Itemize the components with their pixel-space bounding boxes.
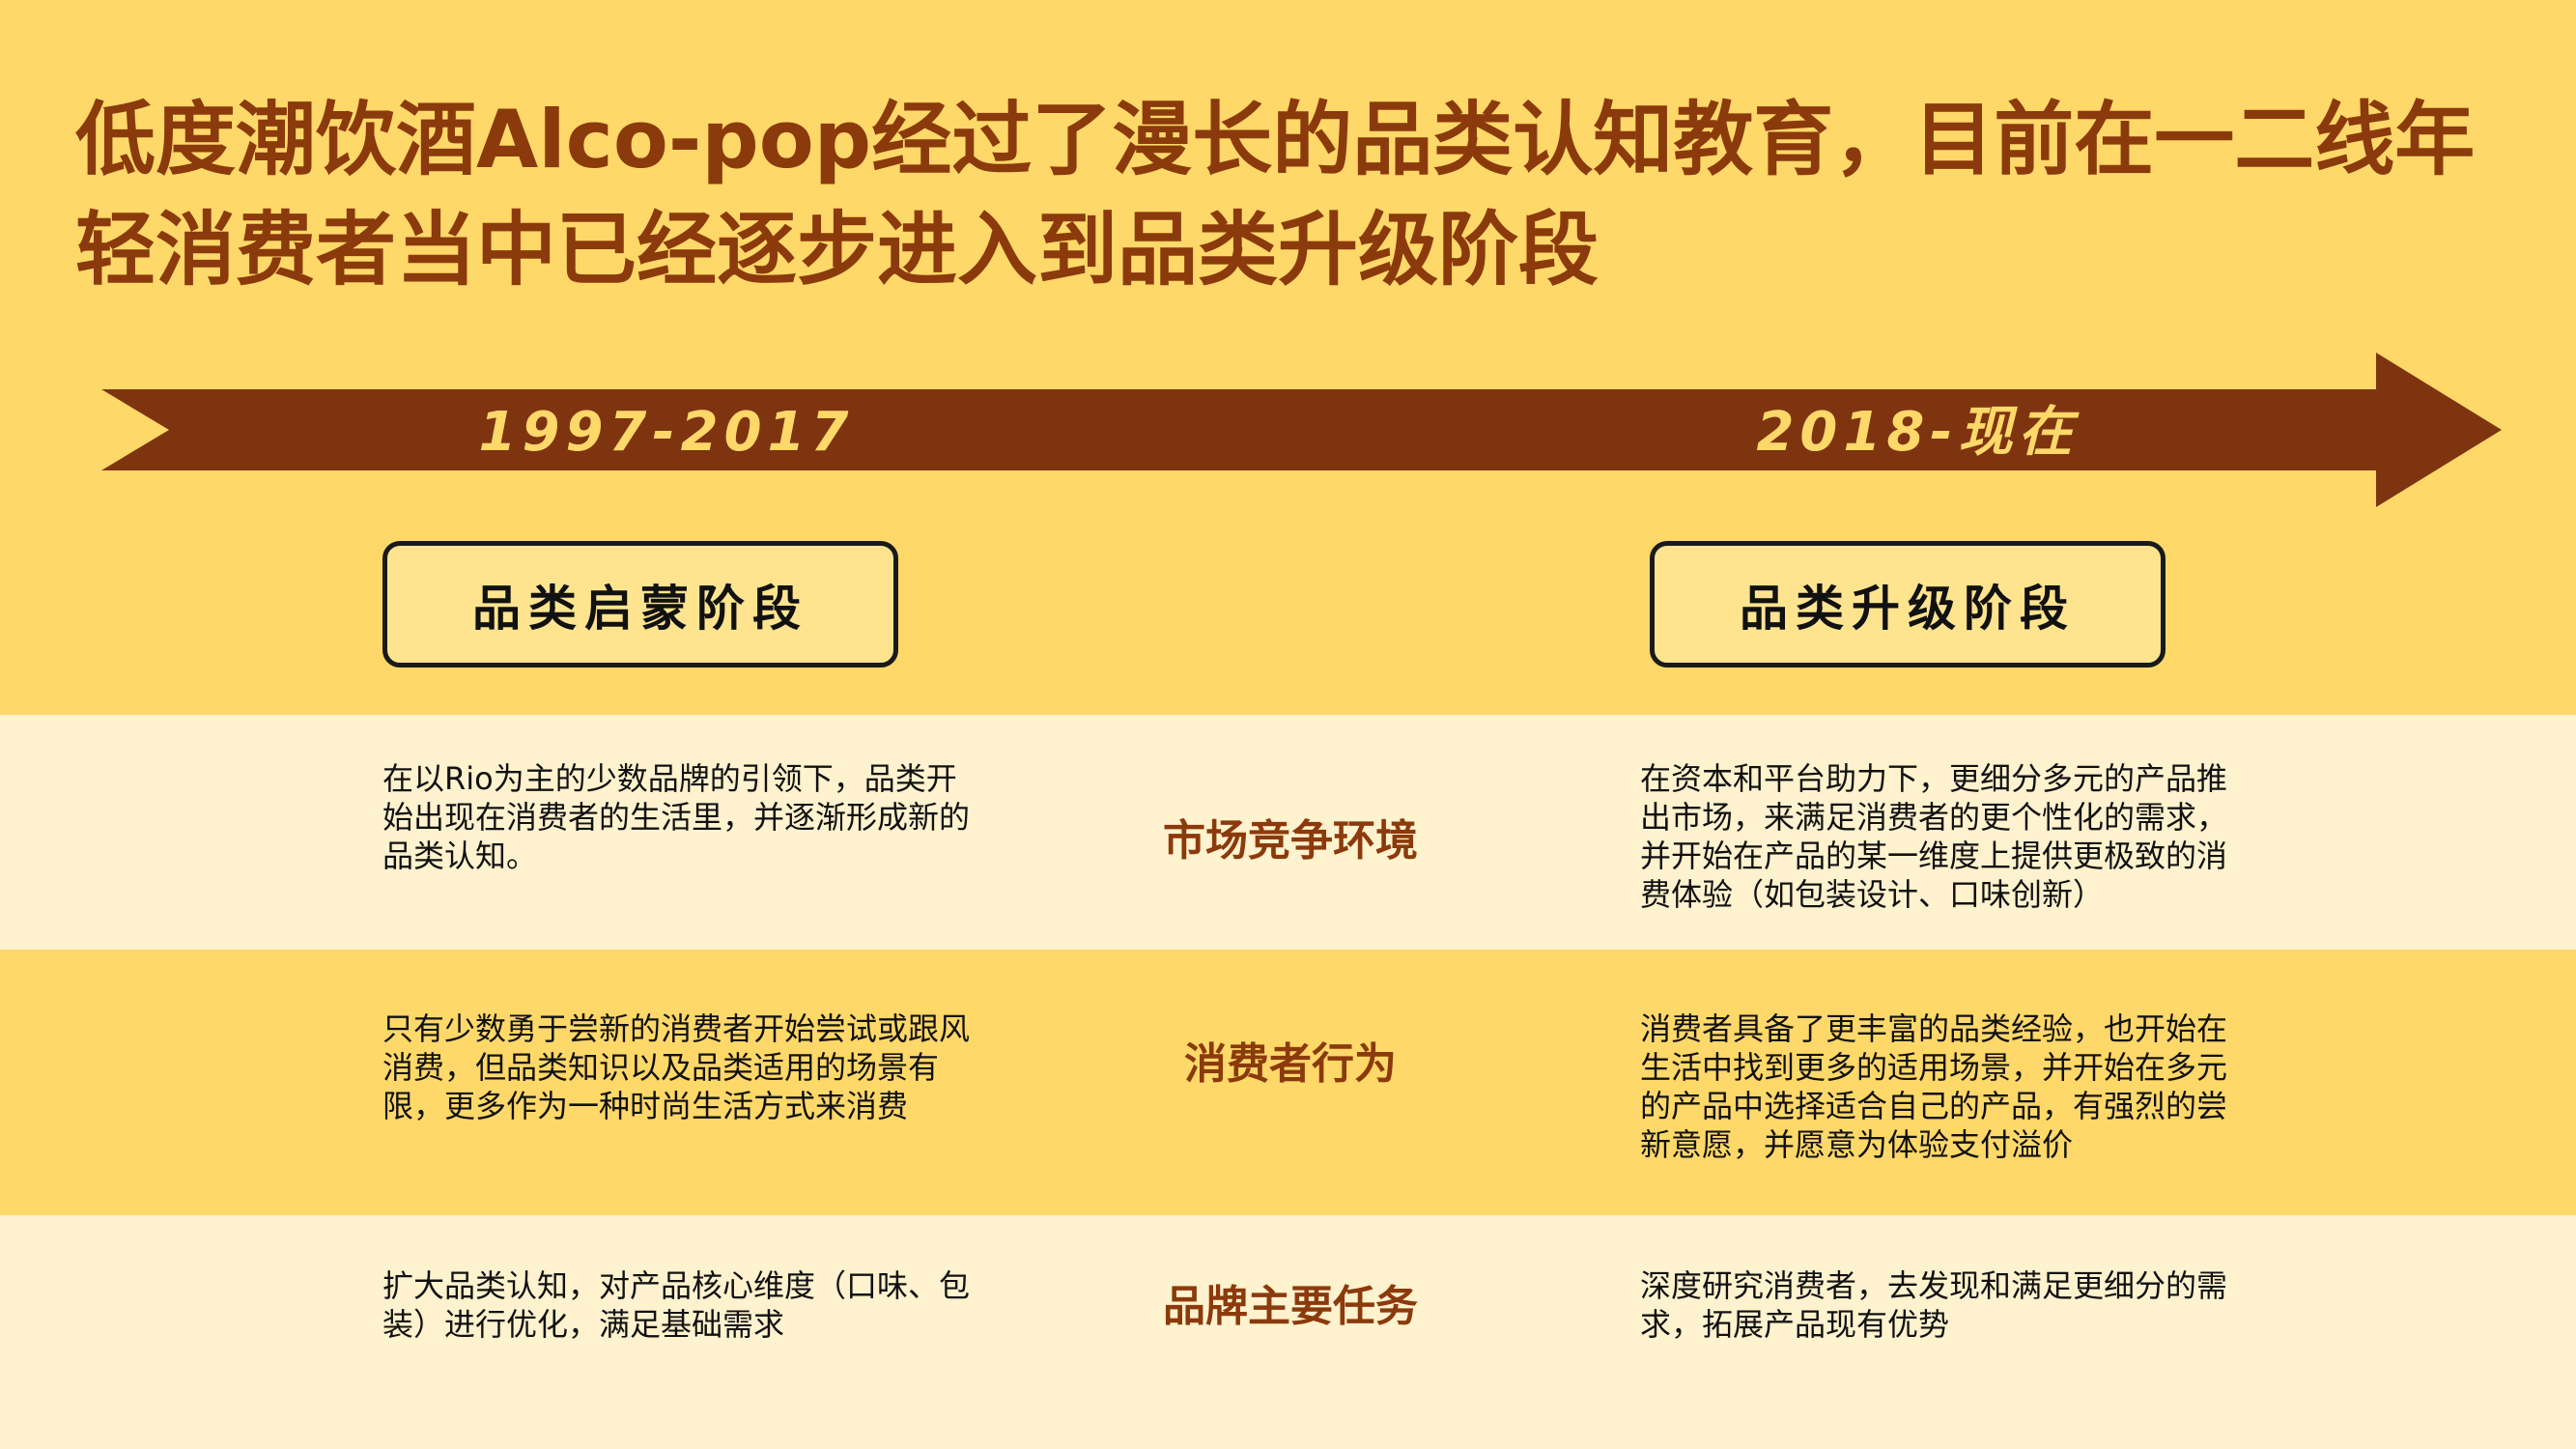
consumer-early-text: 只有少数勇于尝新的消费者开始尝试或跟风消费，但品类知识以及品类适用的场景有限，更… [382, 1010, 971, 1124]
row-label-market: 市场竞争环境 [1163, 816, 1418, 866]
row-label-consumer: 消费者行为 [1184, 1039, 1397, 1089]
brand-task-early-text: 扩大品类认知，对产品核心维度（口味、包装）进行优化，满足基础需求 [382, 1267, 971, 1343]
brand-task-upgrade-text: 深度研究消费者，去发现和满足更细分的需求，拓展产品现有优势 [1640, 1267, 2228, 1343]
period-label-1997-2017: 1997-2017 [478, 401, 855, 464]
stage-box-enlightenment: 品类启蒙阶段 [382, 541, 898, 668]
stage-box-upgrade: 品类升级阶段 [1650, 541, 2166, 668]
timeline-arrow [101, 353, 2502, 507]
period-label-2018-now: 2018-现在 [1756, 401, 2079, 464]
row-label-brand-task: 品牌主要任务 [1163, 1282, 1418, 1331]
market-early-text: 在以Rio为主的少数品牌的引领下，品类开始出现在消费者的生活里，并逐渐形成新的品… [382, 760, 971, 874]
market-upgrade-text: 在资本和平台助力下，更细分多元的产品推出市场，来满足消费者的更个性化的需求，并开… [1640, 760, 2228, 913]
comparison-row-brand-task: 扩大品类认知，对产品核心维度（口味、包装）进行优化，满足基础需求 品牌主要任务 … [0, 1215, 2576, 1449]
consumer-upgrade-text: 消费者具备了更丰富的品类经验，也开始在生活中找到更多的适用场景，并开始在多元的产… [1640, 1010, 2228, 1163]
comparison-row-market: 在以Rio为主的少数品牌的引领下，品类开始出现在消费者的生活里，并逐渐形成新的品… [0, 715, 2576, 950]
page-title: 低度潮饮酒Alco-pop经过了漫长的品类认知教育，目前在一二线年轻消费者当中已… [75, 93, 2476, 297]
comparison-row-consumer: 只有少数勇于尝新的消费者开始尝试或跟风消费，但品类知识以及品类适用的场景有限，更… [0, 950, 2576, 1215]
